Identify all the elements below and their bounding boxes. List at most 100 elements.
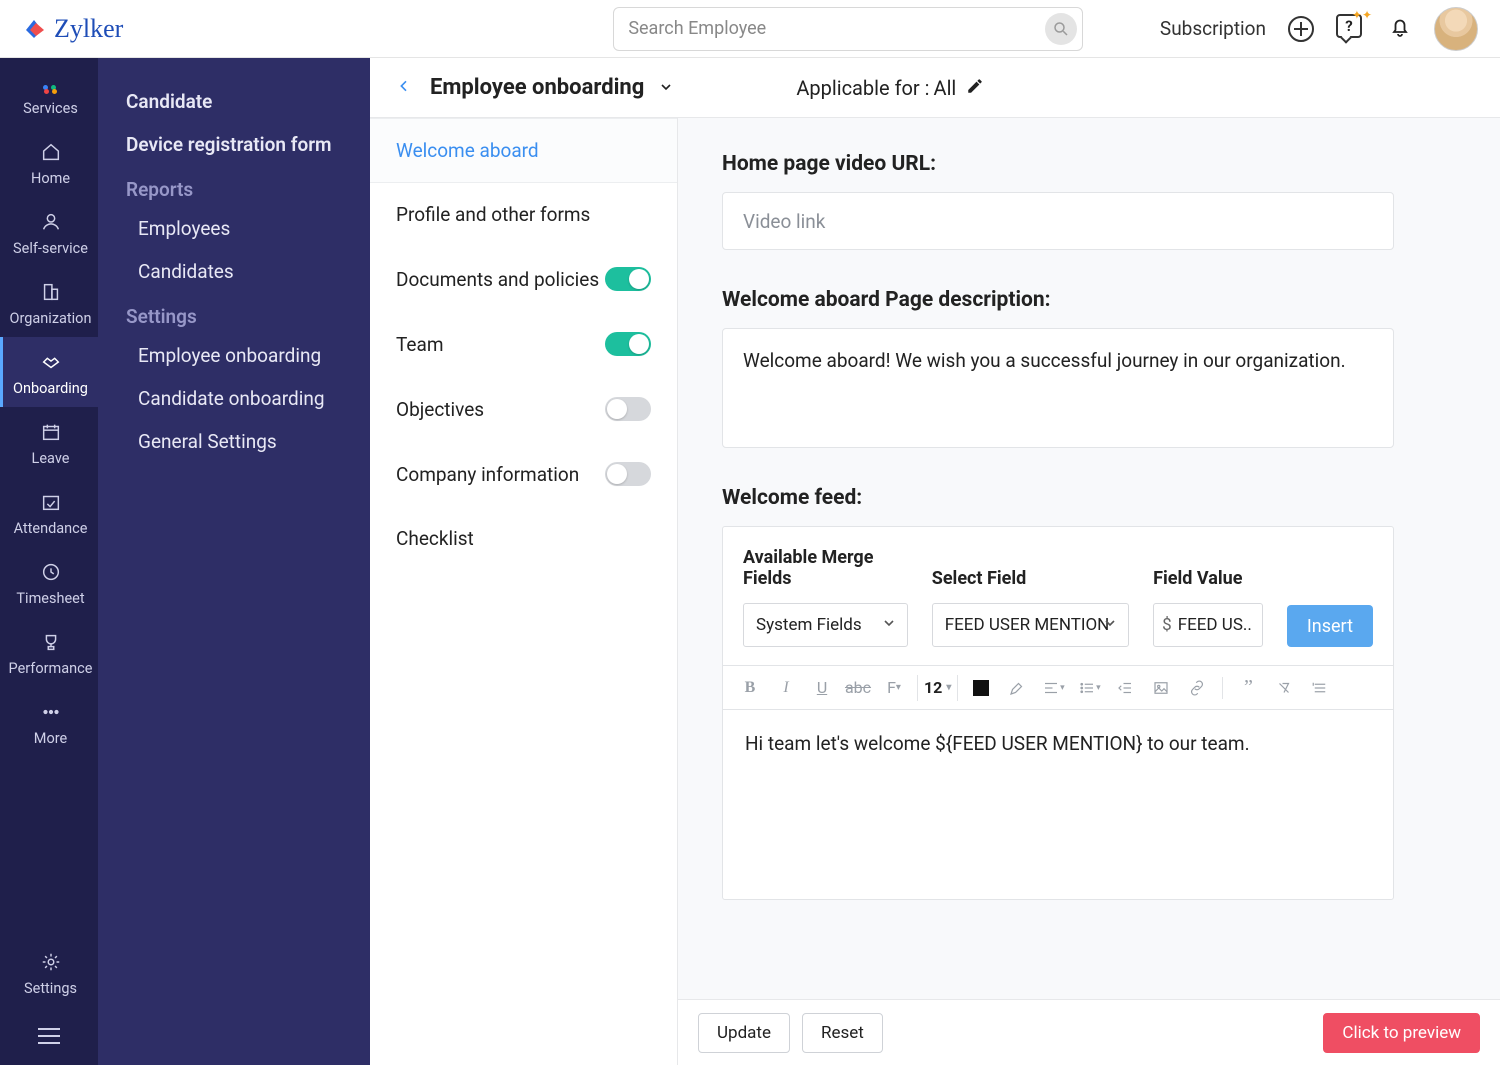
list-icon bbox=[1078, 679, 1096, 697]
search-button[interactable] bbox=[1045, 13, 1077, 45]
subscription-link[interactable]: Subscription bbox=[1160, 17, 1266, 40]
nav2-candidates[interactable]: Candidates bbox=[98, 250, 370, 293]
nav2-device-registration[interactable]: Device registration form bbox=[98, 123, 370, 166]
step-label: Objectives bbox=[396, 398, 484, 421]
step-label: Documents and policies bbox=[396, 268, 599, 291]
nav2-candidate-onboarding[interactable]: Candidate onboarding bbox=[98, 377, 370, 420]
page-title: Employee onboarding bbox=[430, 75, 644, 100]
chevron-down-icon bbox=[881, 615, 897, 636]
editor-toolbar: B I U abc F▾ 12▾ ▾ ▾ bbox=[723, 665, 1393, 709]
step-toggle[interactable] bbox=[605, 462, 651, 486]
nav2-employee-onboarding[interactable]: Employee onboarding bbox=[98, 334, 370, 377]
rail-label: Self-service bbox=[13, 240, 88, 257]
step-welcome-aboard[interactable]: Welcome aboard bbox=[370, 118, 677, 183]
rail-organization[interactable]: Organization bbox=[0, 267, 98, 337]
text-color-button[interactable] bbox=[968, 675, 994, 701]
clear-format-icon bbox=[1275, 679, 1293, 697]
step-toggle[interactable] bbox=[605, 267, 651, 291]
merge-available-select[interactable]: System Fields bbox=[743, 603, 908, 647]
rail-services[interactable]: Services bbox=[0, 68, 98, 127]
rail-timesheet[interactable]: Timesheet bbox=[0, 547, 98, 617]
rail-collapse[interactable] bbox=[0, 1007, 98, 1065]
update-button[interactable]: Update bbox=[698, 1013, 790, 1053]
rail-more[interactable]: More bbox=[0, 687, 98, 757]
link-button[interactable] bbox=[1184, 675, 1210, 701]
content-scroll[interactable]: Home page video URL: Video link Welcome … bbox=[678, 118, 1500, 999]
underline-button[interactable]: U bbox=[809, 675, 835, 701]
brand-logo: Zylker bbox=[22, 14, 123, 44]
search-icon bbox=[1052, 20, 1070, 38]
step-team[interactable]: Team bbox=[370, 312, 677, 377]
step-toggle[interactable] bbox=[605, 332, 651, 356]
rail-selfservice[interactable]: Self-service bbox=[0, 197, 98, 267]
edit-applicable-button[interactable] bbox=[966, 76, 984, 100]
preview-button[interactable]: Click to preview bbox=[1323, 1013, 1480, 1053]
sparkle-icon: ✦✦ bbox=[1352, 8, 1372, 22]
rail-attendance[interactable]: Attendance bbox=[0, 477, 98, 547]
italic-button[interactable]: I bbox=[773, 675, 799, 701]
video-url-input[interactable]: Video link bbox=[722, 192, 1394, 250]
icon-rail: Services Home Self-service Organization … bbox=[0, 58, 98, 1065]
merge-panel: Available Merge Fields System Fields Sel… bbox=[722, 526, 1394, 900]
step-checklist[interactable]: Checklist bbox=[370, 507, 677, 571]
nav2-settings-head: Settings bbox=[98, 293, 370, 334]
rail-onboarding[interactable]: Onboarding bbox=[0, 337, 98, 407]
nav2-general-settings[interactable]: General Settings bbox=[98, 420, 370, 463]
step-toggle[interactable] bbox=[605, 397, 651, 421]
bold-button[interactable]: B bbox=[737, 675, 763, 701]
step-label: Checklist bbox=[396, 527, 474, 550]
rail-label: More bbox=[34, 730, 67, 747]
search-input[interactable] bbox=[613, 7, 1083, 51]
options-button[interactable] bbox=[1307, 675, 1333, 701]
back-button[interactable] bbox=[396, 78, 412, 98]
step-objectives[interactable]: Objectives bbox=[370, 377, 677, 442]
home-icon bbox=[3, 139, 98, 165]
gear-icon bbox=[3, 949, 98, 975]
merge-field-value[interactable]: $FEED US.. bbox=[1153, 603, 1263, 647]
merge-field-select[interactable]: FEED USER MENTION bbox=[932, 603, 1129, 647]
step-profile-and-other-forms[interactable]: Profile and other forms bbox=[370, 183, 677, 247]
step-company-information[interactable]: Company information bbox=[370, 442, 677, 507]
footer-bar: Update Reset Click to preview bbox=[678, 999, 1500, 1065]
rail-label: Leave bbox=[32, 450, 70, 467]
quote-button[interactable]: ” bbox=[1235, 675, 1261, 701]
insert-button[interactable]: Insert bbox=[1287, 605, 1373, 647]
highlight-icon bbox=[1008, 679, 1026, 697]
step-label: Profile and other forms bbox=[396, 203, 590, 226]
list-button[interactable]: ▾ bbox=[1076, 675, 1102, 701]
font-size-button[interactable]: 12▾ bbox=[917, 675, 958, 701]
rail-home[interactable]: Home bbox=[0, 127, 98, 197]
help-button[interactable]: ? ✦✦ bbox=[1336, 14, 1366, 44]
bell-icon bbox=[1388, 15, 1412, 39]
strikethrough-button[interactable]: abc bbox=[845, 675, 871, 701]
page-desc-textarea[interactable]: Welcome aboard! We wish you a successful… bbox=[722, 328, 1394, 448]
merge-head-value: Field Value bbox=[1153, 568, 1263, 589]
align-button[interactable]: ▾ bbox=[1040, 675, 1066, 701]
steps-panel: Welcome aboard Profile and other forms Doc… bbox=[370, 118, 678, 1065]
user-avatar[interactable] bbox=[1434, 7, 1478, 51]
applicable-for: Applicable for : All bbox=[796, 76, 984, 100]
rail-settings[interactable]: Settings bbox=[0, 937, 98, 1007]
step-documents-and-policies[interactable]: Documents and policies bbox=[370, 247, 677, 312]
clear-format-button[interactable] bbox=[1271, 675, 1297, 701]
pencil-icon bbox=[966, 77, 984, 95]
notifications-button[interactable] bbox=[1388, 15, 1412, 43]
nav2-employees[interactable]: Employees bbox=[98, 207, 370, 250]
link-icon bbox=[1188, 679, 1206, 697]
main-panel: Home page video URL: Video link Welcome … bbox=[678, 118, 1500, 1065]
font-family-button[interactable]: F▾ bbox=[881, 675, 907, 701]
add-icon[interactable] bbox=[1288, 16, 1314, 42]
reset-button[interactable]: Reset bbox=[802, 1013, 883, 1053]
rail-leave[interactable]: Leave bbox=[0, 407, 98, 477]
rail-performance[interactable]: Performance bbox=[0, 617, 98, 687]
title-dropdown[interactable] bbox=[658, 79, 676, 97]
rail-label: Attendance bbox=[14, 520, 88, 537]
merge-head-select: Select Field bbox=[932, 568, 1129, 589]
image-button[interactable] bbox=[1148, 675, 1174, 701]
dollar-icon: $ bbox=[1162, 615, 1172, 635]
highlight-button[interactable] bbox=[1004, 675, 1030, 701]
feed-editor[interactable]: Hi team let's welcome ${FEED USER MENTIO… bbox=[723, 709, 1393, 899]
trophy-icon bbox=[3, 629, 98, 655]
outdent-button[interactable] bbox=[1112, 675, 1138, 701]
nav2-candidate[interactable]: Candidate bbox=[98, 80, 370, 123]
